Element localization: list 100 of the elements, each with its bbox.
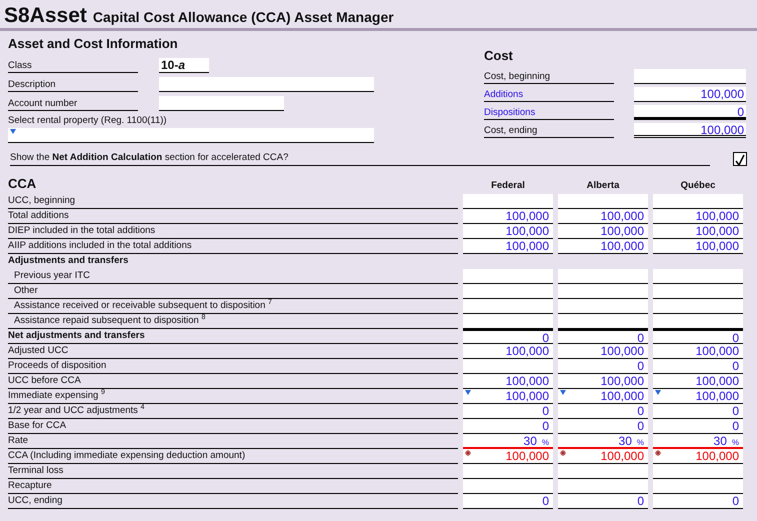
value-field[interactable]: 0 — [558, 328, 648, 344]
row-label: Other — [8, 284, 458, 298]
asterisk-icon — [465, 450, 471, 456]
percent-sign: % — [732, 438, 740, 446]
value-field[interactable]: 100,000 — [558, 208, 648, 224]
input-field[interactable] — [653, 478, 743, 494]
input-field[interactable] — [463, 358, 553, 374]
input-field[interactable] — [558, 314, 648, 328]
value-field[interactable]: 0 — [463, 328, 553, 344]
value-field[interactable]: 0 — [653, 358, 743, 374]
value-field[interactable]: 0 — [463, 494, 553, 508]
input-field[interactable] — [463, 298, 553, 314]
value-field[interactable]: 100,000 — [463, 374, 553, 388]
row-label: UCC, beginning — [8, 194, 458, 208]
value-field[interactable]: 100,000 — [558, 374, 648, 388]
input-field[interactable] — [463, 478, 553, 494]
section-heading: CCA — [8, 175, 38, 193]
input-field[interactable] — [558, 284, 648, 298]
row-label: Adjusted UCC — [8, 344, 458, 358]
row-label: Cost, ending — [484, 124, 614, 138]
asterisk-icon — [560, 450, 566, 456]
row-label: Immediate expensing $^{9}$ — [8, 388, 458, 404]
input-field[interactable] — [558, 268, 648, 284]
value-field[interactable]: 100,000 — [653, 344, 743, 358]
row-label: Adjustments and transfers — [8, 254, 130, 268]
value-field[interactable]: 100,000 — [558, 344, 648, 358]
value-field[interactable]: 100,000 — [653, 238, 743, 254]
input-field[interactable] — [463, 284, 553, 298]
input-field[interactable] — [653, 268, 743, 284]
input-field[interactable]: 10-a — [159, 58, 209, 72]
asterisk-icon — [655, 450, 661, 456]
row-label: AIIP additions included in the total additions — [8, 238, 458, 254]
value-field[interactable]: 100,000 — [463, 208, 553, 224]
input-field[interactable] — [558, 194, 648, 208]
section-heading: Asset and Cost Information — [8, 35, 179, 53]
dropdown-field[interactable] — [8, 128, 374, 143]
value-field[interactable]: 0 — [653, 404, 743, 418]
link[interactable]: Additions — [484, 88, 614, 102]
row-label: Proceeds of disposition — [8, 358, 458, 374]
field-label: Select rental property (Reg. 1100(11)) — [8, 114, 168, 128]
row-label: DIEP included in the total additions — [8, 224, 458, 238]
input-field[interactable] — [463, 268, 553, 284]
row-label: Net adjustments and transfers — [8, 328, 458, 344]
input-field[interactable] — [159, 96, 284, 110]
checkbox[interactable] — [733, 152, 747, 166]
input-field[interactable] — [159, 76, 374, 92]
value-field[interactable]: 0 — [653, 418, 743, 434]
input-field[interactable] — [558, 298, 648, 314]
row-label: UCC before CCA — [8, 374, 458, 388]
input-field[interactable] — [653, 194, 743, 208]
value-field[interactable]: 100,000 — [558, 448, 648, 464]
percent-sign: % — [636, 438, 645, 446]
input-field[interactable] — [463, 314, 553, 328]
value-field[interactable]: 100,000 — [463, 344, 553, 358]
value-field[interactable]: 0 — [558, 358, 648, 374]
row-label: Assistance repaid subsequent to disposition $^{8}$ — [8, 314, 458, 328]
value-field[interactable]: 0 — [558, 418, 648, 434]
value-field[interactable]: 100,000 — [558, 238, 648, 254]
input-field[interactable] — [653, 464, 743, 478]
row-label: Terminal loss — [8, 464, 458, 478]
value-field[interactable]: 0 — [463, 404, 553, 418]
row-label: 1/2 year and UCC adjustments $^{4}$ — [8, 404, 458, 418]
value-field[interactable]: 0 — [463, 418, 553, 434]
value-field[interactable]: 100,000 — [653, 208, 743, 224]
value-field[interactable]: 100,000 — [634, 86, 746, 102]
value-field[interactable]: 100,000 — [463, 448, 553, 464]
row-label: Recapture — [8, 478, 458, 494]
input-field[interactable] — [634, 68, 746, 84]
value-field[interactable]: 100,000 — [463, 238, 553, 254]
field-label: Class — [8, 60, 138, 72]
input-field[interactable] — [463, 194, 553, 208]
value-field[interactable]: 100,000 — [653, 374, 743, 388]
input-field[interactable] — [653, 284, 743, 298]
column-header: Federal — [490, 179, 526, 194]
form-code: S8Asset — [4, 3, 87, 29]
input-field[interactable] — [653, 298, 743, 314]
value-field[interactable]: 100,000 — [463, 388, 553, 404]
value-field[interactable]: 100,000 — [653, 448, 743, 464]
input-field[interactable] — [653, 314, 743, 328]
value-field[interactable]: 100,000 — [558, 388, 648, 404]
row-label: Assistance received or receivable subsequent to disposition $^{7}$ — [8, 298, 458, 314]
value-field[interactable]: 100,000 — [463, 224, 553, 238]
row-label: UCC, ending — [8, 494, 458, 508]
value-field[interactable]: 0 — [558, 404, 648, 418]
link[interactable]: Dispositions — [484, 106, 614, 120]
value-field[interactable]: 0 — [653, 494, 743, 508]
input-field[interactable] — [558, 478, 648, 494]
value-field[interactable]: 100,000 — [558, 224, 648, 238]
dropdown-icon[interactable] — [10, 128, 16, 134]
row-label: Rate — [8, 434, 458, 448]
input-field[interactable] — [558, 464, 648, 478]
input-field[interactable] — [463, 464, 553, 478]
section-heading: Cost — [484, 47, 514, 65]
value-field[interactable]: 100,000 — [634, 122, 746, 138]
value-field[interactable]: 0 — [653, 328, 743, 344]
value-field[interactable]: 0 — [634, 104, 746, 120]
question-text: Show the Net Addition Calculation section for accelerated CCA? — [10, 150, 710, 166]
value-field[interactable]: 100,000 — [653, 224, 743, 238]
value-field[interactable]: 0 — [558, 494, 648, 508]
value-field[interactable]: 100,000 — [653, 388, 743, 404]
